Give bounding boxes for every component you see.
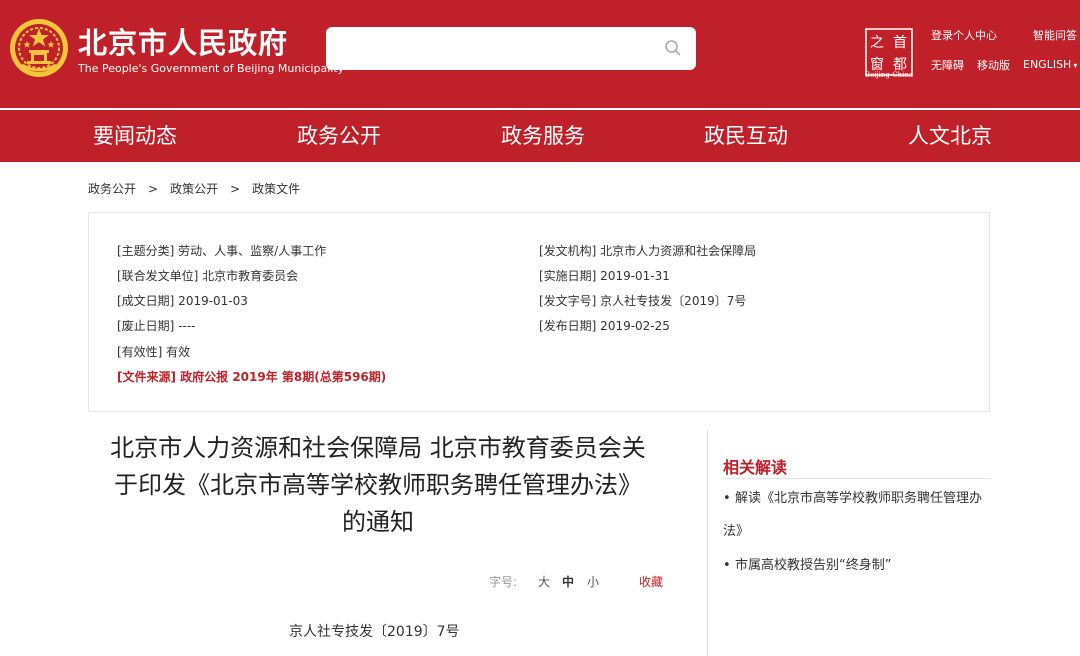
document-metadata-box: [主题分类] 劳动、人事、监察/人事工作 [联合发文单位] 北京市教育委员会 [… (88, 212, 990, 412)
search-icon[interactable] (664, 39, 682, 57)
capital-window-logo-icon[interactable]: 之 首 窗 都 (864, 27, 914, 77)
related-item-label: 解读《北京市高等学校教师职务聘任管理办法》 (723, 491, 983, 539)
nav-item-government-services[interactable]: 政务服务 (463, 110, 623, 162)
login-link[interactable]: 登录个人中心 (931, 27, 997, 43)
favorite-button[interactable]: 收藏 (639, 573, 663, 590)
related-interpretation-title: 相关解读 (723, 458, 788, 477)
breadcrumb-item[interactable]: 政策公开 (170, 182, 218, 196)
breadcrumb-item[interactable]: 政策文件 (252, 182, 300, 196)
related-divider (723, 478, 990, 479)
related-item-label: 市属高校教授告别“终身制” (735, 558, 892, 573)
english-link-label: ENGLISH (1023, 58, 1072, 71)
search-input[interactable] (338, 27, 658, 70)
site-header: 北京市人民政府 The People's Government of Beiji… (0, 0, 1080, 108)
search-box (326, 27, 696, 70)
meta-document-number: [发文字号] 京人社专技发〔2019〕7号 (539, 294, 747, 308)
column-divider (707, 430, 708, 656)
breadcrumb-separator: > (230, 182, 241, 196)
site-subtitle: The People's Government of Beijing Munic… (78, 62, 345, 75)
nav-item-culture[interactable]: 人文北京 (870, 110, 1030, 162)
mobile-link[interactable]: 移动版 (977, 57, 1010, 73)
breadcrumb: 政务公开 > 政策公开 > 政策文件 (88, 180, 300, 197)
meta-source: [文件来源] 政府公报 2019年 第8期(总第596期) (117, 370, 387, 384)
bullet-icon: • (723, 558, 731, 573)
qa-link[interactable]: 智能问答 (1033, 27, 1077, 43)
meta-issuing-agency: [发文机构] 北京市人力资源和社会保障局 (539, 244, 757, 258)
main-nav: 要闻动态 政务公开 政务服务 政民互动 人文北京 (0, 110, 1080, 162)
capital-logo-caption: Beijing-China (864, 71, 914, 79)
meta-subject: [主题分类] 劳动、人事、监察/人事工作 (117, 244, 327, 258)
capital-logo-char: 之 (870, 35, 884, 51)
chevron-down-icon: ▾ (1073, 61, 1078, 70)
font-size-label: 字号: (489, 575, 518, 589)
breadcrumb-separator: > (148, 182, 159, 196)
article-title-line: 的通知 (342, 508, 414, 536)
related-item[interactable]: • 解读《北京市高等学校教师职务聘任管理办法》 (723, 482, 988, 548)
meta-written-date: [成文日期] 2019-01-03 (117, 294, 248, 308)
english-link[interactable]: ENGLISH ▾ (1023, 58, 1077, 71)
font-size-medium-button[interactable]: 中 (562, 573, 574, 590)
bullet-icon: • (723, 491, 731, 506)
article-title-line: 于印发《北京市高等学校教师职务聘任管理办法》 (114, 471, 642, 499)
nav-item-interaction[interactable]: 政民互动 (666, 110, 826, 162)
font-size-small-button[interactable]: 小 (587, 573, 599, 590)
article-title: 北京市人力资源和社会保障局 北京市教育委员会关 于印发《北京市高等学校教师职务聘… (88, 430, 668, 541)
nav-item-news[interactable]: 要闻动态 (55, 110, 215, 162)
font-size-large-button[interactable]: 大 (538, 573, 550, 590)
related-item[interactable]: • 市属高校教授告别“终身制” (723, 549, 988, 582)
article-title-line: 北京市人力资源和社会保障局 北京市教育委员会关 (110, 434, 646, 462)
meta-validity: [有效性] 有效 (117, 345, 191, 359)
nav-item-open-government[interactable]: 政务公开 (259, 110, 419, 162)
national-emblem-icon[interactable] (8, 17, 70, 79)
article-document-number: 京人社专技发〔2019〕7号 (289, 624, 460, 640)
accessible-link[interactable]: 无障碍 (931, 57, 964, 73)
meta-effective-date: [实施日期] 2019-01-31 (539, 269, 670, 283)
capital-logo-char: 首 (893, 35, 907, 51)
meta-repeal-date: [废止日期] ---- (117, 319, 196, 333)
meta-publish-date: [发布日期] 2019-02-25 (539, 319, 670, 333)
meta-joint-issuer: [联合发文单位] 北京市教育委员会 (117, 269, 299, 283)
site-title[interactable]: 北京市人民政府 (78, 20, 288, 62)
breadcrumb-item[interactable]: 政务公开 (88, 182, 136, 196)
